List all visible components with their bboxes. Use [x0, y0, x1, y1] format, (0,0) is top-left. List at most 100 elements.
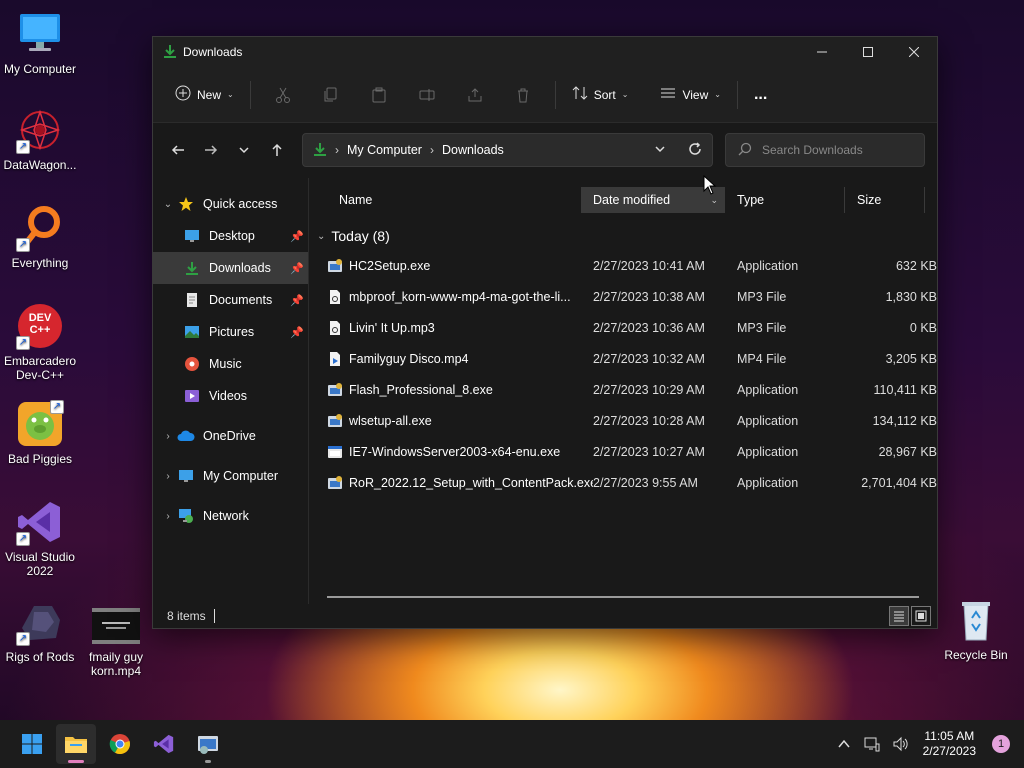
command-bar: New ⌄ Sort ⌄ View ⌄ ... — [153, 67, 937, 123]
nav-item-desktop[interactable]: Desktop 📌 — [153, 220, 308, 252]
desktop-icon-rigs-of-rods[interactable]: ↗ Rigs of Rods — [0, 598, 80, 664]
desktop-folder-icon — [183, 227, 201, 245]
file-row[interactable]: Livin' It Up.mp3 2/27/2023 10:36 AM MP3 Fi… — [309, 312, 937, 343]
minimize-button[interactable] — [799, 37, 845, 67]
view-button[interactable]: View ⌄ — [652, 79, 729, 111]
notification-badge[interactable]: 1 — [992, 735, 1010, 753]
visual-studio-icon — [153, 734, 174, 754]
start-button[interactable] — [12, 724, 52, 764]
installer-icon — [327, 258, 343, 274]
file-type: Application — [737, 475, 799, 490]
taskbar-chrome[interactable] — [100, 724, 140, 764]
rigs-of-rods-icon: ↗ — [16, 598, 64, 646]
column-header-type[interactable]: Type — [725, 187, 845, 213]
show-hidden-icons-button[interactable] — [833, 733, 855, 755]
chevron-right-icon[interactable]: › — [159, 431, 177, 442]
nav-item-downloads[interactable]: Downloads 📌 — [153, 252, 308, 284]
taskbar-app-window[interactable] — [188, 724, 228, 764]
chevron-down-icon[interactable]: ⌄ — [317, 231, 325, 242]
file-row[interactable]: mbproof_korn-www-mp4-ma-got-the-li... 2/2… — [309, 281, 937, 312]
pin-icon[interactable]: 📌 — [290, 262, 304, 275]
folder-icon — [65, 737, 87, 753]
search-input[interactable] — [762, 143, 912, 157]
file-date: 2/27/2023 10:32 AM — [593, 351, 705, 366]
close-button[interactable] — [891, 37, 937, 67]
pin-icon[interactable]: 📌 — [290, 294, 304, 307]
desktop-icon-bad-piggies[interactable]: ↗ Bad Piggies — [0, 400, 80, 466]
nav-quick-access[interactable]: ⌄ Quick access — [153, 188, 308, 220]
file-name-cell: IE7-WindowsServer2003-x64-enu.exe — [327, 444, 593, 460]
nav-my-computer[interactable]: › My Computer — [153, 460, 308, 492]
details-view-icon — [894, 611, 904, 622]
column-header-size[interactable]: Size — [845, 187, 925, 213]
nav-label: Pictures — [209, 325, 255, 339]
desktop-icon-my-computer[interactable]: My Computer — [0, 10, 80, 76]
clock[interactable]: 11:05 AM 2/27/2023 — [923, 729, 976, 759]
desktop-icon-label: korn.mp4 — [90, 664, 142, 678]
nav-item-music[interactable]: Music — [153, 348, 308, 380]
taskbar-file-explorer[interactable] — [56, 724, 96, 764]
pin-icon[interactable]: 📌 — [290, 326, 304, 339]
column-header-name[interactable]: Name — [327, 187, 581, 213]
paste-button[interactable] — [355, 79, 403, 111]
rename-button[interactable] — [403, 79, 451, 111]
desktop-icon-video-file[interactable]: fmaily guy korn.mp4 — [76, 608, 156, 678]
address-row: › My Computer › Downloads — [153, 123, 937, 177]
volume-button[interactable] — [889, 733, 911, 755]
nav-network[interactable]: › Network — [153, 500, 308, 532]
group-header-today[interactable]: ⌄ Today (8) — [309, 222, 937, 250]
maximize-button[interactable] — [845, 37, 891, 67]
refresh-icon[interactable] — [688, 141, 702, 159]
taskbar-visual-studio[interactable] — [144, 724, 184, 764]
file-row[interactable]: HC2Setup.exe 2/27/2023 10:41 AM Applicatio… — [309, 250, 937, 281]
network-status-button[interactable] — [861, 733, 883, 755]
arrow-up-icon — [272, 143, 282, 156]
nav-item-videos[interactable]: Videos — [153, 380, 308, 412]
nav-onedrive[interactable]: › OneDrive — [153, 420, 308, 452]
address-bar[interactable]: › My Computer › Downloads — [301, 133, 713, 167]
desktop-icon-datawagon[interactable]: ↗ DataWagon... — [0, 106, 80, 172]
file-row[interactable]: wlsetup-all.exe 2/27/2023 10:28 AM Applica… — [309, 405, 937, 436]
installer-icon — [327, 382, 343, 398]
forward-button[interactable] — [194, 135, 227, 165]
address-dropdown-icon[interactable] — [654, 143, 666, 158]
file-row[interactable]: RoR_2022.12_Setup_with_ContentPack.exe 2/… — [309, 467, 937, 498]
copy-button[interactable] — [307, 79, 355, 111]
share-button[interactable] — [451, 79, 499, 111]
sort-button[interactable]: Sort ⌄ — [564, 79, 637, 111]
new-button[interactable]: New ⌄ — [167, 79, 242, 111]
cut-button[interactable] — [259, 79, 307, 111]
chevron-right-icon[interactable]: › — [159, 511, 177, 522]
music-icon — [183, 355, 201, 373]
up-button[interactable] — [261, 135, 294, 165]
file-type: Application — [737, 258, 799, 273]
details-view-button[interactable] — [889, 606, 909, 626]
desktop-icon-everything[interactable]: ↗ Everything — [0, 204, 80, 270]
file-row[interactable]: Familyguy Disco.mp4 2/27/2023 10:32 AM MP4… — [309, 343, 937, 374]
title-bar[interactable]: Downloads — [153, 37, 937, 67]
nav-item-documents[interactable]: Documents 📌 — [153, 284, 308, 316]
file-size: 28,967 KB — [878, 444, 937, 459]
nav-item-pictures[interactable]: Pictures 📌 — [153, 316, 308, 348]
chevron-right-icon[interactable]: › — [159, 471, 177, 482]
desktop-icon-devcpp[interactable]: DEV C++ ↗ Embarcadero Dev-C++ — [0, 302, 80, 382]
horizontal-scrollbar[interactable] — [327, 596, 919, 598]
desktop-icon-visual-studio[interactable]: ↗ Visual Studio 2022 — [0, 498, 80, 578]
breadcrumb-downloads[interactable]: Downloads — [442, 143, 504, 157]
chevron-down-icon[interactable]: ⌄ — [159, 199, 177, 210]
visual-studio-icon: ↗ — [16, 498, 64, 546]
more-options-button[interactable]: ... — [746, 79, 775, 111]
back-button[interactable] — [161, 135, 194, 165]
breadcrumb-my-computer[interactable]: My Computer — [347, 143, 422, 157]
recent-locations-button[interactable] — [227, 135, 260, 165]
file-row[interactable]: IE7-WindowsServer2003-x64-enu.exe 2/27/20… — [309, 436, 937, 467]
large-icons-view-button[interactable] — [911, 606, 931, 626]
file-name: Flash_Professional_8.exe — [349, 382, 493, 397]
pin-icon[interactable]: 📌 — [290, 230, 304, 243]
file-size: 0 KB — [909, 320, 937, 335]
file-row[interactable]: Flash_Professional_8.exe 2/27/2023 10:29 … — [309, 374, 937, 405]
desktop-icon-recycle-bin[interactable]: Recycle Bin — [936, 596, 1016, 662]
file-name: IE7-WindowsServer2003-x64-enu.exe — [349, 444, 561, 459]
delete-button[interactable] — [499, 79, 547, 111]
search-box[interactable] — [725, 133, 925, 167]
